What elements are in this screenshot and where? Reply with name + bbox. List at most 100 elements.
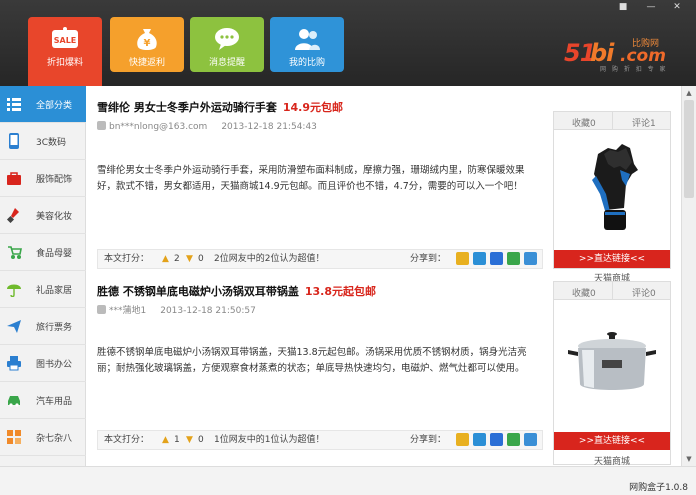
vertical-scrollbar[interactable]: ▲ ▼ — [681, 86, 696, 466]
sidebar-item-label: 食品母婴 — [36, 249, 73, 259]
tile-label: 消息提醒 — [208, 58, 245, 68]
tile-quick-rebate[interactable]: ¥ 快捷返利 — [110, 17, 184, 72]
sidebar-item-label: 图书办公 — [36, 360, 73, 370]
down-count: 0 — [198, 254, 204, 264]
deal-feed: 雪绯伦 男女士冬季户外运动骑行手套 14.9元包邮 bn***nlong@163.… — [87, 86, 681, 466]
sidebar-item-misc[interactable]: 杂七杂八 — [0, 419, 86, 456]
qzone-icon[interactable] — [456, 252, 469, 265]
phone-icon — [9, 133, 19, 149]
tile-label: 折扣爆料 — [46, 58, 83, 68]
share-icons — [456, 433, 541, 451]
car-icon — [8, 396, 20, 407]
deal-user: bn***nlong@163.com — [109, 122, 208, 132]
tile-label: 我的比购 — [288, 58, 325, 68]
thumbs-up-icon[interactable]: ▲ — [162, 431, 169, 449]
app-header: ■ — ✕ SALE 折扣爆料 ¥ 快捷返利 消息提醒 我的比购 51 bi .… — [0, 0, 696, 86]
favorite-tab[interactable]: 收藏0 — [572, 286, 596, 299]
sidebar-item-label: 汽车用品 — [36, 397, 73, 407]
weibo-icon[interactable] — [524, 433, 537, 446]
deal-time: 2013-12-18 21:54:43 — [221, 122, 317, 132]
logo-brand: bi — [590, 39, 614, 67]
thumbs-up-icon[interactable]: ▲ — [162, 250, 169, 268]
deal-meta: bn***nlong@163.com 2013-12-18 21:54:43 — [97, 121, 317, 132]
qq-icon[interactable] — [473, 252, 486, 265]
sidebar-item-beauty[interactable]: 美容化妆 — [0, 197, 86, 234]
stroller-icon — [8, 246, 22, 259]
direct-link-button[interactable]: >>直达链接<< — [554, 250, 670, 268]
user-icon — [97, 305, 106, 314]
douban-icon[interactable] — [507, 252, 520, 265]
renren-icon[interactable] — [490, 433, 503, 446]
deal-card: 收藏0 评论0 >>直达链接<< 天猫商城 — [553, 281, 671, 466]
qzone-icon[interactable] — [456, 433, 469, 446]
printer-icon — [7, 356, 21, 371]
up-count: 1 — [174, 435, 180, 445]
deal-title[interactable]: 胜德 不锈钢单底电磁炉小汤锅双耳带锅盖 — [97, 285, 299, 298]
comment-tab[interactable]: 评论1 — [632, 116, 656, 129]
rating-bar: 本文打分： ▲ 2 ▼ 0 2位网友中的2位认为超值！ 分享到： — [97, 249, 543, 269]
card-tabs: 收藏0 评论1 — [554, 112, 670, 130]
sidebar-item-gifts-home[interactable]: 礼品家居 — [0, 271, 86, 308]
scroll-up-icon[interactable]: ▲ — [682, 86, 696, 100]
sidebar-item-food-baby[interactable]: 食品母婴 — [0, 234, 86, 271]
chat-bubble-icon — [213, 26, 241, 55]
svg-text:SALE: SALE — [54, 36, 77, 45]
thumbs-down-icon[interactable]: ▼ — [186, 250, 193, 268]
sidebar-item-travel[interactable]: 旅行票务 — [0, 308, 86, 345]
douban-icon[interactable] — [507, 433, 520, 446]
svg-text:¥: ¥ — [144, 38, 151, 49]
deal-post: 雪绯伦 男女士冬季户外运动骑行手套 14.9元包邮 bn***nlong@163.… — [87, 86, 681, 284]
close-icon[interactable]: ✕ — [670, 2, 684, 12]
deal-description: 雪绯伦男女士冬季户外运动骑行手套，采用防滑塑布面料制成，摩擦力强，珊瑚绒内里，防… — [97, 165, 525, 192]
product-image-pot[interactable] — [560, 304, 664, 414]
deal-price: 13.8元起包邮 — [304, 285, 376, 298]
deal-meta: ***蒲地1 2013-12-18 21:50:57 — [97, 303, 256, 316]
direct-link-button[interactable]: >>直达链接<< — [554, 432, 670, 450]
share-label: 分享到： — [410, 435, 447, 445]
product-image-glove[interactable] — [560, 134, 664, 244]
brand-logo: 51 bi .com 比购网 网 购 折 扣 专 家 — [560, 37, 672, 75]
rating-summary: 2位网友中的2位认为超值！ — [214, 254, 325, 264]
status-bar: 网购盒子1.0.8 — [0, 466, 696, 495]
sidebar-item-auto[interactable]: 汽车用品 — [0, 382, 86, 419]
sidebar-item-label: 全部分类 — [36, 101, 73, 111]
share-label: 分享到： — [410, 254, 447, 264]
sidebar-item-label: 杂七杂八 — [36, 434, 73, 444]
tile-label: 快捷返利 — [128, 58, 165, 68]
sidebar-item-all[interactable]: 全部分类 — [0, 86, 86, 123]
store-name: 天猫商城 — [593, 457, 630, 466]
favorite-tab[interactable]: 收藏0 — [572, 116, 596, 129]
rating-summary: 1位网友中的1位认为超值！ — [214, 435, 325, 445]
thumbs-down-icon[interactable]: ▼ — [186, 431, 193, 449]
renren-icon[interactable] — [490, 252, 503, 265]
scroll-thumb[interactable] — [684, 100, 694, 198]
tile-discount-news[interactable]: SALE 折扣爆料 — [28, 17, 102, 86]
sidebar-item-clothing[interactable]: 服饰配饰 — [0, 160, 86, 197]
share-icons — [456, 252, 541, 270]
rating-label: 本文打分： — [104, 254, 150, 264]
sidebar-item-3c[interactable]: 3C数码 — [0, 123, 86, 160]
deal-title-row: 胜德 不锈钢单底电磁炉小汤锅双耳带锅盖 13.8元起包邮 — [97, 283, 376, 299]
app-version: 网购盒子1.0.8 — [629, 483, 688, 493]
minimize-icon[interactable]: — — [644, 2, 658, 12]
down-count: 0 — [198, 435, 204, 445]
yen-bag-icon: ¥ — [134, 26, 160, 55]
lipstick-icon — [6, 208, 19, 223]
up-count: 2 — [174, 254, 180, 264]
tile-my-bigou[interactable]: 我的比购 — [270, 17, 344, 72]
card-tabs: 收藏0 评论0 — [554, 282, 670, 300]
comment-tab[interactable]: 评论0 — [632, 286, 656, 299]
grid-icon — [7, 430, 21, 444]
weibo-icon[interactable] — [524, 252, 537, 265]
tile-message-alert[interactable]: 消息提醒 — [190, 17, 264, 72]
sidebar-item-books-office[interactable]: 图书办公 — [0, 345, 86, 382]
sale-tag-icon: SALE — [50, 26, 80, 55]
deal-card: 收藏0 评论1 >>直达链接<< 天猫商城 — [553, 111, 671, 284]
deal-post: 胜德 不锈钢单底电磁炉小汤锅双耳带锅盖 13.8元起包邮 ***蒲地1 2013-1… — [87, 274, 681, 466]
deal-title[interactable]: 雪绯伦 男女士冬季户外运动骑行手套 — [97, 101, 277, 114]
user-icon[interactable]: ■ — [616, 2, 630, 12]
scroll-down-icon[interactable]: ▼ — [682, 452, 696, 466]
qq-icon[interactable] — [473, 433, 486, 446]
category-sidebar: 全部分类 3C数码 服饰配饰 美容化妆 食品母婴 礼品家居 旅行票务 图书办公 … — [0, 86, 86, 466]
deal-title-row: 雪绯伦 男女士冬季户外运动骑行手套 14.9元包邮 — [97, 99, 343, 115]
